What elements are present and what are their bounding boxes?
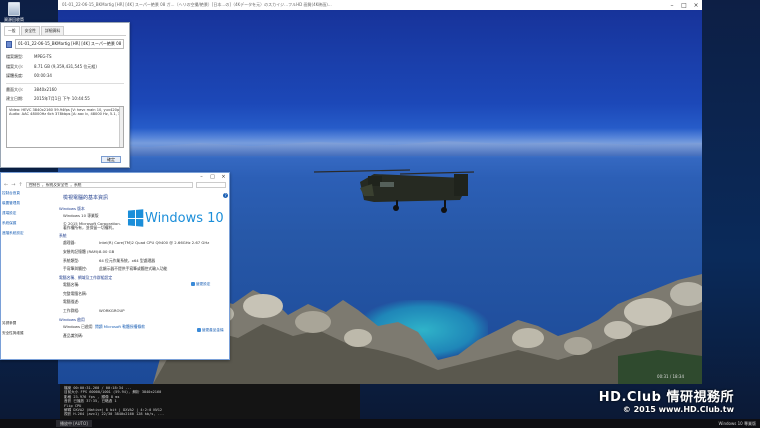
- product-id-row: 產品識別碼:: [63, 332, 84, 338]
- property-row: 建立日期: 2015年7月1日 下午 10:44:55: [6, 96, 90, 101]
- tab-security[interactable]: 安全性: [20, 26, 40, 35]
- copyright-text: © 2015 Microsoft Corporation. 著作權所有，並保留一…: [63, 220, 121, 230]
- video-file-icon: [6, 40, 12, 48]
- horizon-haze: [58, 128, 702, 158]
- breadcrumb-item[interactable]: 控制台: [29, 183, 40, 187]
- ok-button[interactable]: 確定: [101, 156, 121, 163]
- os-edition-label: Windows 10 專業版: [718, 420, 757, 426]
- playback-stats-panel: 檔案 00:00:31.260 / 00:18:34 ... 目前大小 FPS …: [60, 384, 360, 420]
- maximize-icon[interactable]: □: [207, 174, 218, 180]
- property-row: 媒體長度: 00:00:34: [6, 73, 52, 78]
- playback-time: 00:31 / 18:34: [657, 374, 684, 379]
- sidebar-link[interactable]: 遠端設定: [2, 211, 29, 216]
- change-settings-link[interactable]: 變更設定: [191, 282, 210, 287]
- change-product-key-link[interactable]: 變更產品金鑰: [197, 328, 224, 333]
- windows-logo: Windows 10: [127, 209, 224, 227]
- property-row: 畫面大小: 3840x2160: [6, 86, 57, 92]
- computer-row: 完整電腦名稱:: [63, 290, 88, 296]
- windows-flag-icon: [127, 209, 144, 227]
- breadcrumb[interactable]: 控制台 › 系統及安全性 › 系統: [25, 182, 193, 188]
- watermark: HD.Club 情研視務所 © 2015 www.HD.Club.tw: [599, 386, 734, 414]
- taskbar: 播放中 [AUTO] Windows 10 專業版: [0, 419, 760, 428]
- shield-icon: [191, 282, 195, 286]
- player-title: 01-01_22-06-15_BKMartig [HR] [4K] スーパー絶景…: [62, 2, 332, 7]
- watermark-line2: © 2015 www.HD.Club.tw: [622, 405, 734, 414]
- recycle-bin-icon: [8, 2, 20, 16]
- page-title: 檢視電腦的基本資訊: [63, 195, 109, 201]
- up-arrow-icon[interactable]: ↑: [18, 182, 22, 188]
- property-row: 檔案大小: 8.71 GB (9,359,431,545 位元組): [6, 63, 97, 69]
- system-titlebar[interactable]: – □ ×: [1, 173, 229, 181]
- taskbar-item-player[interactable]: 播放中 [AUTO]: [56, 420, 92, 427]
- sidebar-link[interactable]: 進階系統設定: [2, 231, 29, 236]
- tab-general[interactable]: 一般: [4, 26, 20, 35]
- sidebar: 控制台首頁 裝置管理員 遠端設定 系統保護 進階系統設定 另請參閱 安全性與維護: [1, 191, 29, 361]
- scrollbar[interactable]: [119, 107, 123, 147]
- system-info-window[interactable]: – □ × ← → ↑ 控制台 › 系統及安全性 › 系統 控制台首頁 裝置管理員 …: [0, 172, 230, 360]
- system-row: 系統類型: 64 位元作業系統，x64 型處理器: [63, 257, 156, 263]
- see-also-label: 另請參閱: [2, 321, 17, 325]
- player-titlebar[interactable]: 01-01_22-06-15_BKMartig [HR] [4K] スーパー絶景…: [58, 0, 702, 10]
- system-row: 手寫筆與觸控: 此顯示器不提供手寫筆或觸控式輸入功能: [63, 266, 168, 272]
- section-heading: 系統: [59, 233, 67, 239]
- close-icon[interactable]: ×: [690, 2, 702, 9]
- computer-row: 電腦描述:: [63, 299, 80, 305]
- minimize-icon[interactable]: –: [196, 174, 207, 180]
- system-row: 處理器: Intel(R) Core(TM)2 Quad CPU Q9400 @ …: [63, 240, 210, 246]
- property-row: 檔案類型: MPEG-TS: [6, 54, 52, 59]
- maximize-icon[interactable]: □: [678, 2, 690, 9]
- file-properties-dialog[interactable]: 一般 安全性 詳細資料 01-01_22-06-15_BKMartig [HR]…: [0, 22, 130, 168]
- divider: [6, 82, 124, 84]
- section-heading: 電腦名稱、網域及工作群組設定: [59, 275, 113, 281]
- sidebar-link[interactable]: 裝置管理員: [2, 201, 29, 206]
- sidebar-link[interactable]: 控制台首頁: [2, 191, 29, 196]
- sidebar-link[interactable]: 系統保護: [2, 221, 29, 226]
- windows-logo-text: Windows 10: [145, 210, 224, 226]
- computer-row: 工作群組: WORKGROUP: [63, 307, 125, 313]
- forward-arrow-icon[interactable]: →: [11, 182, 15, 188]
- recycle-bin[interactable]: 資源回收筒: [3, 2, 25, 23]
- section-heading: Windows 啟用: [59, 316, 85, 322]
- stats-line: 視訊 H.264 (avc1) 22/30 3840x2160 128 kb/s…: [64, 412, 165, 417]
- helicopter-image: [314, 169, 474, 213]
- watermark-line1: HD.Club 情研視務所: [598, 390, 734, 405]
- tab-details[interactable]: 詳細資料: [40, 26, 65, 35]
- sidebar-link[interactable]: 安全性與維護: [2, 331, 24, 336]
- back-arrow-icon[interactable]: ←: [4, 182, 8, 188]
- minimize-icon[interactable]: –: [666, 2, 678, 9]
- system-row: 安裝的記憶體 (RAM): 8.00 GB: [63, 249, 115, 254]
- media-info-textbox[interactable]: Video: HEVC 3840x2160 59.94fps [V: hevc …: [6, 106, 124, 148]
- breadcrumb-item[interactable]: 系統及安全性: [46, 183, 69, 187]
- shield-icon: [197, 328, 201, 332]
- filename-field[interactable]: 01-01_22-06-15_BKMartig [HR] [4K] スーパー絶景…: [15, 39, 124, 49]
- close-icon[interactable]: ×: [218, 174, 229, 180]
- search-input[interactable]: [196, 182, 226, 188]
- license-terms-link[interactable]: 閱讀 Microsoft 軟體授權條款: [95, 324, 145, 330]
- media-info-line: Audio: AAC 48000Hz 6ch 378kbps [A: aac l…: [9, 112, 124, 117]
- breadcrumb-item[interactable]: 系統: [74, 183, 82, 187]
